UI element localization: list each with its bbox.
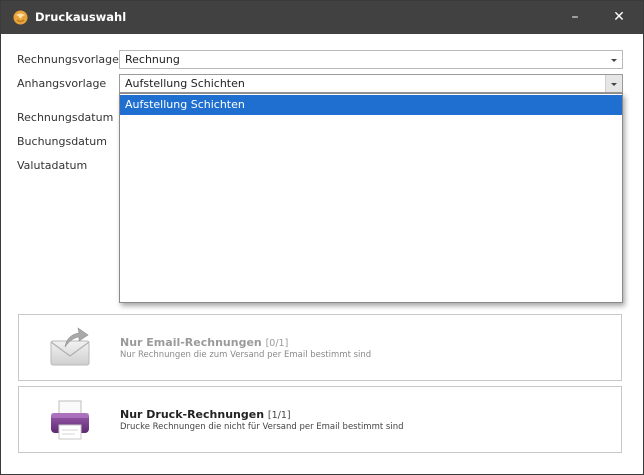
valutadatum-label: Valutadatum bbox=[17, 159, 88, 172]
rechnungsvorlage-value: Rechnung bbox=[125, 53, 180, 66]
anhangsvorlage-label: Anhangsvorlage bbox=[17, 77, 107, 90]
email-invoices-button[interactable]: Nur Email-Rechnungen [0/1] Nur Rechnunge… bbox=[18, 314, 622, 381]
close-button[interactable]: ✕ bbox=[597, 1, 641, 34]
anhangsvorlage-dropdown-list[interactable]: Aufstellung Schichten bbox=[119, 93, 623, 303]
rechnungsvorlage-label: Rechnungsvorlage bbox=[17, 53, 119, 66]
rechnungsdatum-label: Rechnungsdatum bbox=[17, 111, 114, 124]
print-invoices-title: Nur Druck-Rechnungen [1/1] bbox=[120, 408, 291, 421]
print-invoices-description: Drucke Rechnungen die nicht für Versand … bbox=[120, 422, 404, 432]
dropdown-option-label: Aufstellung Schichten bbox=[125, 98, 245, 111]
buchungsdatum-label: Buchungsdatum bbox=[17, 135, 107, 148]
anhangsvorlage-combobox[interactable]: Aufstellung Schichten bbox=[119, 74, 623, 93]
chevron-down-icon[interactable] bbox=[611, 83, 617, 86]
email-invoices-title-text: Nur Email-Rechnungen bbox=[120, 336, 262, 349]
printer-icon bbox=[51, 400, 89, 440]
print-invoices-count: [1/1] bbox=[267, 410, 291, 421]
title-bar[interactable]: Druckauswahl – ✕ bbox=[1, 1, 643, 34]
window-title: Druckauswahl bbox=[35, 10, 127, 24]
minimize-button[interactable]: – bbox=[553, 1, 597, 34]
email-invoices-description: Nur Rechnungen die zum Versand per Email… bbox=[120, 350, 372, 360]
email-invoices-count: [0/1] bbox=[265, 338, 289, 349]
druckauswahl-dialog: Druckauswahl – ✕ Rechnungsvorlage Rechnu… bbox=[0, 0, 644, 475]
envelope-share-icon bbox=[50, 327, 90, 366]
dropdown-option-selected[interactable]: Aufstellung Schichten bbox=[120, 95, 622, 115]
chevron-down-icon[interactable] bbox=[611, 59, 617, 62]
print-invoices-button[interactable]: Nur Druck-Rechnungen [1/1] Drucke Rechnu… bbox=[18, 386, 622, 453]
email-invoices-title: Nur Email-Rechnungen [0/1] bbox=[120, 336, 288, 349]
print-invoices-title-text: Nur Druck-Rechnungen bbox=[120, 408, 265, 421]
app-logo-icon bbox=[13, 10, 28, 25]
anhangsvorlage-value: Aufstellung Schichten bbox=[125, 77, 245, 90]
rechnungsvorlage-combobox[interactable]: Rechnung bbox=[119, 50, 623, 69]
